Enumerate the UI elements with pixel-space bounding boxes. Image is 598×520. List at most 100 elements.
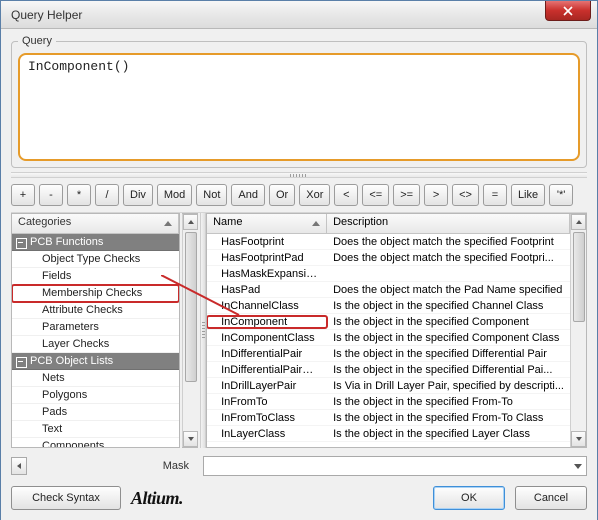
cancel-button[interactable]: Cancel (515, 486, 587, 510)
horizontal-splitter[interactable] (11, 172, 587, 178)
tree-item[interactable]: Attribute Checks (12, 302, 179, 319)
scroll-down-icon[interactable] (183, 431, 198, 447)
query-legend: Query (18, 35, 56, 47)
operator-button[interactable]: <> (452, 184, 479, 206)
table-row[interactable]: HasPadDoes the object match the Pad Name… (207, 282, 570, 298)
operator-button[interactable]: Or (269, 184, 295, 206)
check-syntax-button[interactable]: Check Syntax (11, 486, 121, 510)
operator-button[interactable]: Mod (157, 184, 192, 206)
cell-description: Does the object match the specified Foot… (327, 252, 570, 264)
operator-button[interactable]: * (67, 184, 91, 206)
operator-button[interactable]: > (424, 184, 448, 206)
mask-label: Mask (35, 460, 195, 472)
description-header[interactable]: Description (327, 214, 570, 233)
operator-button[interactable]: / (95, 184, 119, 206)
tree-item[interactable]: Text (12, 421, 179, 438)
results-rows[interactable]: HasFootprintDoes the object match the sp… (207, 234, 570, 442)
table-row[interactable]: InChannelClassIs the object in the speci… (207, 298, 570, 314)
operator-button[interactable]: + (11, 184, 35, 206)
categories-header[interactable]: Categories (12, 214, 179, 233)
table-row[interactable]: HasMaskExpansio... (207, 266, 570, 282)
name-header[interactable]: Name (207, 214, 327, 233)
cell-name: HasMaskExpansio... (207, 268, 327, 280)
mask-prev-button[interactable] (11, 457, 27, 475)
operator-button[interactable]: <= (362, 184, 389, 206)
brand-label: Altium. (131, 488, 183, 509)
operator-button[interactable]: Not (196, 184, 227, 206)
tree-item[interactable]: Components (12, 438, 179, 447)
mask-combobox[interactable] (203, 456, 587, 476)
footer: Check Syntax Altium. OK Cancel (11, 486, 587, 510)
tree-group[interactable]: PCB Functions (12, 234, 179, 251)
cell-name: InChannelClass (207, 300, 327, 312)
operator-button[interactable]: Div (123, 184, 153, 206)
table-row[interactable]: InLayerClassIs the object in the specifi… (207, 426, 570, 442)
tree-item[interactable]: Polygons (12, 387, 179, 404)
tree-item[interactable]: Membership Checks (12, 285, 179, 302)
tree-group[interactable]: PCB Object Lists (12, 353, 179, 370)
cell-description: Is Via in Drill Layer Pair, specified by… (327, 380, 570, 392)
table-row[interactable]: InComponentClassIs the object in the spe… (207, 330, 570, 346)
cell-name: InFromTo (207, 396, 327, 408)
table-row[interactable]: InDifferentialPairIs the object in the s… (207, 346, 570, 362)
scroll-thumb[interactable] (185, 232, 197, 382)
cell-description: Is the object in the specified From-To (327, 396, 570, 408)
cell-name: InLayerClass (207, 428, 327, 440)
table-row[interactable]: HasFootprintPadDoes the object match the… (207, 250, 570, 266)
cell-description: Is the object in the specified Layer Cla… (327, 428, 570, 440)
categories-pane: Categories PCB FunctionsObject Type Chec… (11, 213, 180, 448)
cell-description: Is the object in the specified Component (327, 316, 570, 328)
categories-tree[interactable]: PCB FunctionsObject Type ChecksFieldsMem… (12, 234, 179, 447)
table-row[interactable]: InComponentIs the object in the specifie… (207, 314, 570, 330)
ok-button[interactable]: OK (433, 486, 505, 510)
scroll-up-icon[interactable] (183, 214, 198, 230)
scroll-thumb[interactable] (573, 232, 585, 322)
cell-name: InDrillLayerPair (207, 380, 327, 392)
table-row[interactable]: InFromToClassIs the object in the specif… (207, 410, 570, 426)
cell-name: HasPad (207, 284, 327, 296)
cell-name: InDifferentialPair (207, 348, 327, 360)
tree-item[interactable]: Layer Checks (12, 336, 179, 353)
cell-name: HasFootprintPad (207, 252, 327, 264)
close-button[interactable] (545, 1, 591, 21)
cell-name: InDifferentialPairCl... (207, 364, 327, 376)
cell-description: Does the object match the specified Foot… (327, 236, 570, 248)
scroll-down-icon[interactable] (571, 431, 586, 447)
cell-name: InFromToClass (207, 412, 327, 424)
table-row[interactable]: InDrillLayerPairIs Via in Drill Layer Pa… (207, 378, 570, 394)
scroll-up-icon[interactable] (571, 214, 586, 230)
query-text: InComponent() (28, 59, 129, 74)
close-icon (563, 6, 573, 16)
table-row[interactable]: HasFootprintDoes the object match the sp… (207, 234, 570, 250)
operator-button[interactable]: Like (511, 184, 545, 206)
cell-name: InComponent (207, 316, 327, 328)
cell-description: Is the object in the specified Different… (327, 348, 570, 360)
results-scrollbar[interactable] (570, 214, 586, 447)
operator-button[interactable]: - (39, 184, 63, 206)
cell-name: HasFootprint (207, 236, 327, 248)
title-bar: Query Helper (1, 1, 597, 29)
cell-description: Is the object in the specified Different… (327, 364, 570, 376)
tree-item[interactable]: Fields (12, 268, 179, 285)
categories-scrollbar[interactable] (182, 214, 198, 447)
operator-button[interactable]: >= (393, 184, 420, 206)
cell-description: Is the object in the specified Channel C… (327, 300, 570, 312)
tree-item[interactable]: Nets (12, 370, 179, 387)
operator-toolbar: +-*/DivModNotAndOrXor<<=>=><>=Like'*' (11, 180, 587, 212)
table-row[interactable]: InDifferentialPairCl...Is the object in … (207, 362, 570, 378)
tree-item[interactable]: Pads (12, 404, 179, 421)
operator-button[interactable]: Xor (299, 184, 330, 206)
window-title: Query Helper (11, 8, 82, 22)
tree-item[interactable]: Object Type Checks (12, 251, 179, 268)
operator-button[interactable]: = (483, 184, 507, 206)
cell-description: Is the object in the specified From-To C… (327, 412, 570, 424)
table-row[interactable]: InFromToIs the object in the specified F… (207, 394, 570, 410)
operator-button[interactable]: < (334, 184, 358, 206)
cell-name: InComponentClass (207, 332, 327, 344)
mask-row: Mask (11, 452, 587, 480)
results-pane: Name Description HasFootprintDoes the ob… (206, 213, 587, 448)
query-textarea[interactable]: InComponent() (18, 53, 580, 161)
tree-item[interactable]: Parameters (12, 319, 179, 336)
operator-button[interactable]: And (231, 184, 265, 206)
operator-button[interactable]: '*' (549, 184, 573, 206)
